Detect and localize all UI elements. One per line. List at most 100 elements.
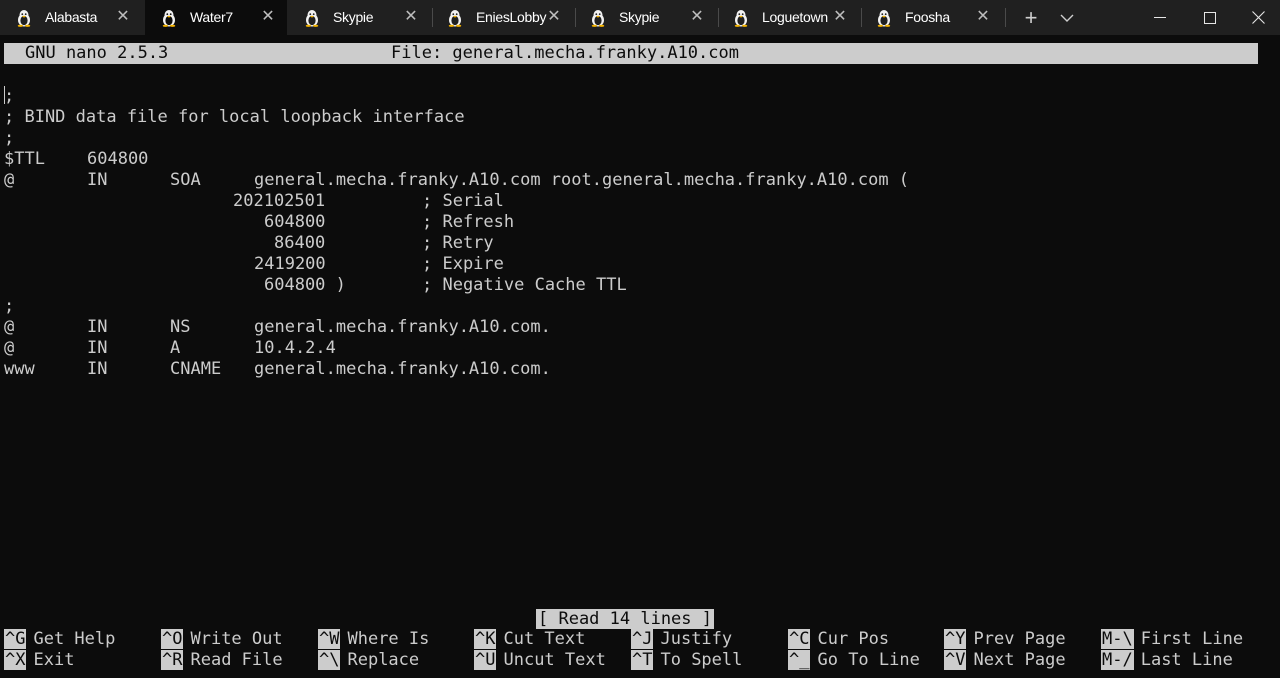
shortcut-label: Last Line <box>1140 650 1233 670</box>
code-line: @ IN NS general.mecha.franky.A10.com. <box>4 317 551 338</box>
close-icon <box>1251 11 1265 24</box>
shortcut-cur-pos[interactable]: ^C Cur Pos <box>788 629 889 650</box>
shortcut-label: Write Out <box>190 629 283 649</box>
code-line: @ IN SOA general.mecha.franky.A10.com ro… <box>4 170 909 191</box>
code-text: SOA <box>170 170 201 190</box>
shortcut-label: First Line <box>1140 629 1244 649</box>
code-text: 86400 <box>274 233 326 253</box>
shortcut-key: M-\ <box>1101 629 1134 649</box>
close-icon[interactable]: ✕ <box>831 8 849 26</box>
shortcut-label: Cut Text <box>503 629 586 649</box>
tab-alabasta[interactable]: Alabasta ✕ <box>0 0 142 35</box>
close-icon[interactable]: ✕ <box>545 8 563 26</box>
tab-loguetown[interactable]: Loguetown ✕ <box>717 0 859 35</box>
code-text: ; <box>4 86 15 106</box>
linux-penguin-icon <box>877 10 891 27</box>
shortcut-key: ^U <box>474 650 497 670</box>
code-text: 604800 ) <box>264 275 346 295</box>
minimize-button[interactable] <box>1138 0 1182 35</box>
shortcut-key: ^O <box>161 629 184 649</box>
code-text: ; <box>4 296 15 316</box>
window-close-button[interactable] <box>1236 0 1280 35</box>
code-text: ; Refresh <box>422 212 515 232</box>
shortcut-prev-page[interactable]: ^Y Prev Page <box>944 629 1066 650</box>
code-text: ; BIND data file for local loopback inte… <box>4 107 465 127</box>
code-text: ; Serial <box>422 191 504 211</box>
tab-bar: Alabasta ✕ Water7 ✕ Skypie ✕ EniesLobby … <box>0 0 1280 35</box>
shortcut-label: Go To Line <box>817 650 920 670</box>
shortcut-label: Replace <box>347 650 420 670</box>
shortcut-last-line[interactable]: M-/ Last Line <box>1101 650 1233 671</box>
tab-skypie-2[interactable]: Skypie ✕ <box>574 0 716 35</box>
shortcut-cut-text[interactable]: ^K Cut Text <box>474 629 585 650</box>
close-icon[interactable]: ✕ <box>974 8 992 26</box>
shortcut-first-line[interactable]: M-\ First Line <box>1101 629 1243 650</box>
code-text: ; <box>4 128 15 148</box>
shortcut-key: ^J <box>631 629 654 649</box>
shortcut-label: Uncut Text <box>503 650 606 670</box>
shortcut-label: To Spell <box>660 650 743 670</box>
shortcut-key: ^K <box>474 629 497 649</box>
tab-enieslobby[interactable]: EniesLobby ✕ <box>431 0 573 35</box>
code-text: 10.4.2.4 <box>254 338 336 358</box>
tab-foosha[interactable]: Foosha ✕ <box>860 0 1002 35</box>
shortcut-exit[interactable]: ^X Exit <box>4 650 74 671</box>
code-text: IN <box>87 338 108 358</box>
tab-skypie[interactable]: Skypie ✕ <box>288 0 430 35</box>
code-text: general.mecha.franky.A10.com. <box>254 359 551 379</box>
tab-dropdown-button[interactable] <box>1052 0 1082 35</box>
shortcut-uncut-text[interactable]: ^U Uncut Text <box>474 650 606 671</box>
shortcut-label: Cur Pos <box>817 629 890 649</box>
code-line: 604800 ) ; Negative Cache TTL <box>4 275 627 296</box>
shortcut-get-help[interactable]: ^G Get Help <box>4 629 115 650</box>
shortcut-key: ^C <box>788 629 811 649</box>
nano-file-name: File: general.mecha.franky.A10.com <box>391 43 739 63</box>
code-text: ; Retry <box>422 233 494 253</box>
shortcut-key: ^R <box>161 650 184 670</box>
linux-penguin-icon <box>305 10 319 27</box>
shortcut-key: ^\ <box>318 650 341 670</box>
code-text: ; Negative Cache TTL <box>422 275 627 295</box>
code-text: CNAME <box>170 359 222 379</box>
code-line: 202102501 ; Serial <box>4 191 504 212</box>
nano-version: GNU nano 2.5.3 <box>25 43 169 63</box>
maximize-button[interactable] <box>1188 0 1232 35</box>
shortcut-go-to-line[interactable]: ^_ Go To Line <box>788 650 920 671</box>
linux-penguin-icon <box>448 10 462 27</box>
shortcut-where-is[interactable]: ^W Where Is <box>318 629 429 650</box>
linux-penguin-icon <box>162 10 176 27</box>
code-text: A <box>170 338 181 358</box>
code-text: ; Expire <box>422 254 504 274</box>
code-line: 604800 ; Refresh <box>4 212 514 233</box>
close-icon[interactable]: ✕ <box>259 8 277 26</box>
shortcut-replace[interactable]: ^\ Replace <box>318 650 419 671</box>
shortcut-next-page[interactable]: ^V Next Page <box>944 650 1066 671</box>
code-text: general.mecha.franky.A10.com root.genera… <box>254 170 910 190</box>
shortcut-key: ^_ <box>788 650 811 670</box>
code-text: IN <box>87 359 108 379</box>
status-message: [ Read 14 lines ] <box>536 609 714 629</box>
code-text: www <box>4 359 35 379</box>
shortcut-label: Next Page <box>973 650 1066 670</box>
code-text: 604800 <box>87 149 149 169</box>
shortcut-to-spell[interactable]: ^T To Spell <box>631 650 742 671</box>
code-text: NS <box>170 317 191 337</box>
code-text: @ <box>4 170 15 190</box>
shortcut-label: Justify <box>660 629 733 649</box>
code-text: 202102501 <box>233 191 326 211</box>
shortcut-key: ^Y <box>944 629 967 649</box>
maximize-icon <box>1204 11 1216 24</box>
shortcut-write-out[interactable]: ^O Write Out <box>161 629 283 650</box>
nano-title-bar: GNU nano 2.5.3 File: general.mecha.frank… <box>4 43 1258 64</box>
linux-penguin-icon <box>17 10 31 27</box>
shortcut-justify[interactable]: ^J Justify <box>631 629 732 650</box>
close-icon[interactable]: ✕ <box>402 8 420 26</box>
tab-water7[interactable]: Water7 ✕ <box>145 0 287 35</box>
shortcut-read-file[interactable]: ^R Read File <box>161 650 283 671</box>
shortcut-label: Exit <box>33 650 75 670</box>
close-icon[interactable]: ✕ <box>114 8 132 26</box>
close-icon[interactable]: ✕ <box>688 8 706 26</box>
minimize-icon <box>1154 16 1166 18</box>
shortcut-label: Where Is <box>347 629 430 649</box>
new-tab-button[interactable]: + <box>1016 0 1046 35</box>
